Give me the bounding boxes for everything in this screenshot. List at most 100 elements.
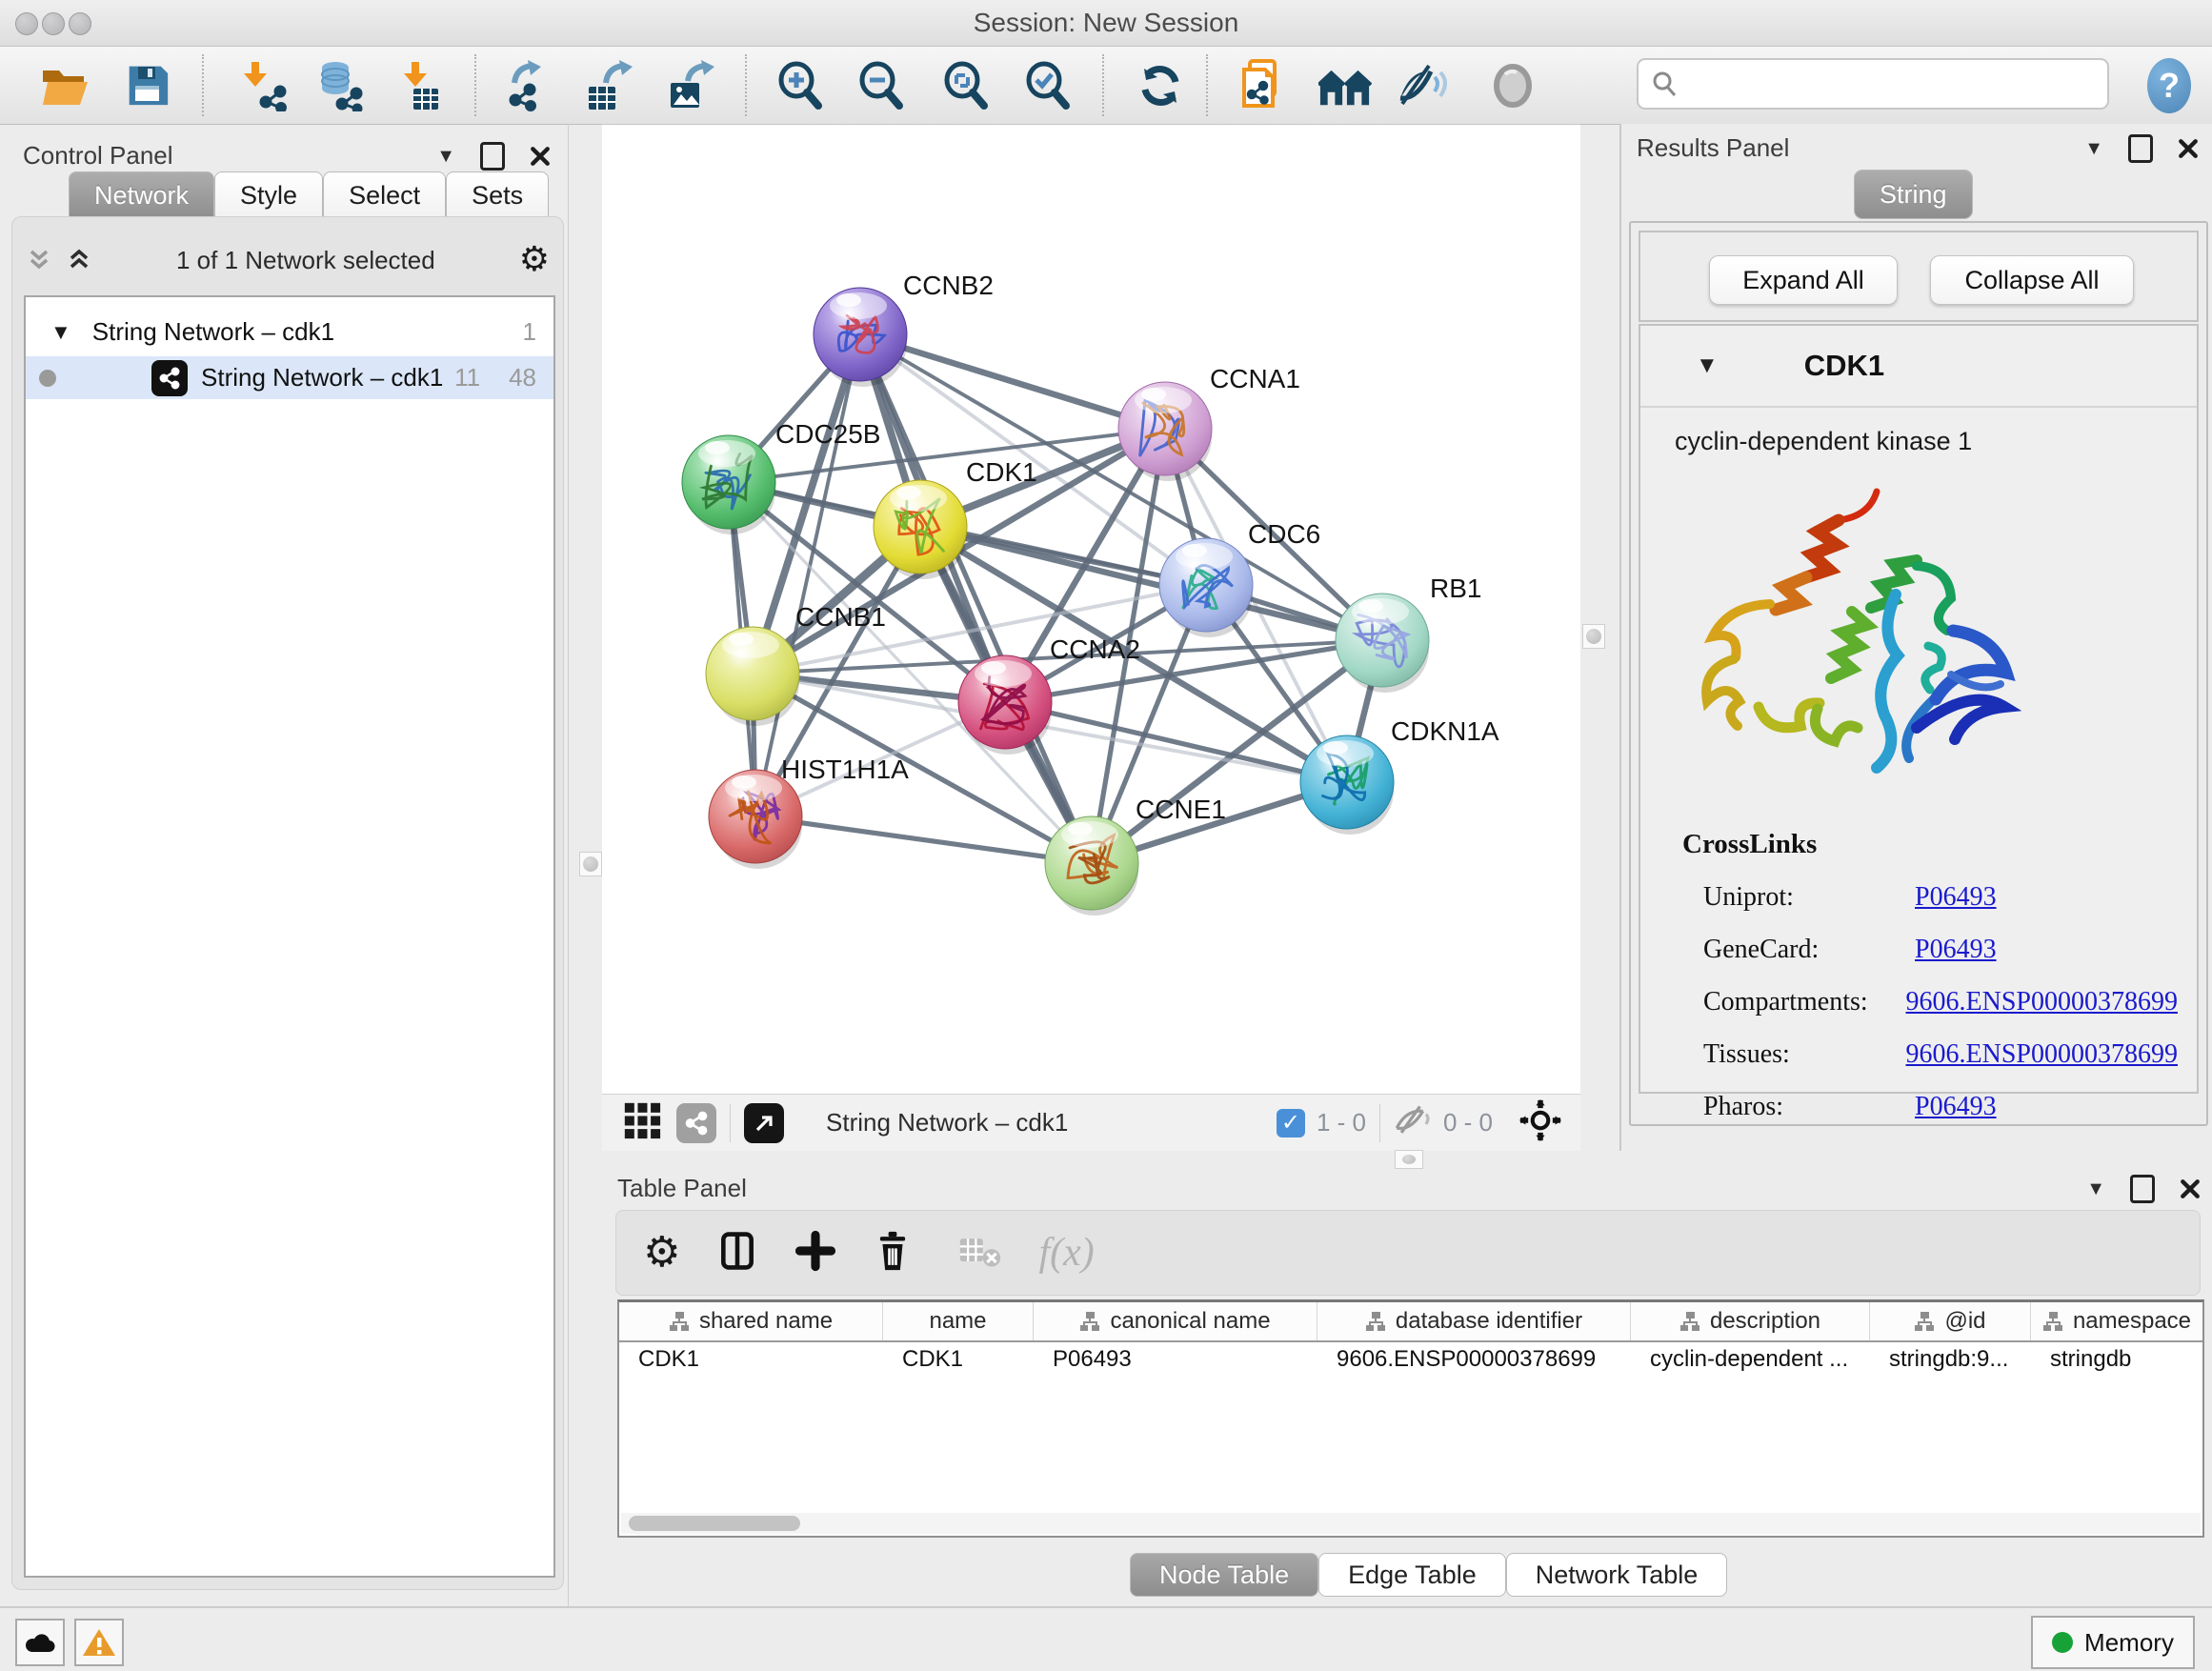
cell-name[interactable]: CDK1	[883, 1340, 1034, 1379]
tab-node-table[interactable]: Node Table	[1130, 1553, 1318, 1597]
warnings-button[interactable]	[74, 1619, 124, 1666]
function-builder-icon[interactable]: f(x)	[1038, 1230, 1094, 1276]
cloud-button[interactable]	[15, 1619, 65, 1666]
zoom-in-icon[interactable]	[774, 59, 827, 112]
import-network-file-icon[interactable]	[236, 59, 290, 112]
table-settings-gear-icon[interactable]: ⚙	[643, 1232, 680, 1274]
tissues-link[interactable]: 9606.ENSP00000378699	[1906, 1039, 2178, 1070]
tab-string-results[interactable]: String	[1854, 170, 1973, 219]
zoom-selected-icon[interactable]	[1021, 59, 1075, 112]
network-canvas[interactable]: CCNB2CCNA1CDC25BCDK1CDC6RB1CCNB1CCNA2CDK…	[602, 124, 1580, 1095]
delete-table-icon[interactable]	[958, 1231, 1002, 1276]
tab-network-table[interactable]: Network Table	[1506, 1553, 1728, 1597]
hidden-eye-icon[interactable]	[1394, 1104, 1434, 1141]
tab-network[interactable]: Network	[69, 171, 214, 219]
hide-unhide-icon[interactable]	[1395, 59, 1448, 112]
genecard-link[interactable]: P06493	[1915, 935, 1997, 965]
cell-namespace[interactable]: stringdb	[2031, 1340, 2202, 1379]
gene-section-header[interactable]: ▼ CDK1	[1640, 326, 2197, 408]
left-splitter-grip[interactable]	[579, 852, 602, 876]
uniprot-link[interactable]: P06493	[1915, 882, 1997, 913]
network-edge-HIST1H1A-CCNE1[interactable]	[755, 816, 1092, 863]
search-input[interactable]	[1679, 69, 2096, 100]
gene-collapse-icon[interactable]: ▼	[1696, 352, 1719, 379]
results-panel-float-icon[interactable]	[2128, 134, 2153, 163]
import-network-database-icon[interactable]	[312, 59, 366, 112]
network-node-CDKN1A[interactable]	[1300, 735, 1394, 835]
birdseye-view-icon[interactable]	[1318, 59, 1372, 112]
string-import-icon[interactable]	[1236, 59, 1289, 112]
control-panel-close-icon[interactable]	[530, 146, 551, 167]
network-node-CDC6[interactable]	[1159, 538, 1253, 637]
table-panel-menu-icon[interactable]: ▼	[2086, 1179, 2105, 1198]
compartments-link[interactable]: 9606.ENSP00000378699	[1906, 987, 2178, 1017]
save-session-icon[interactable]	[122, 59, 175, 112]
column-header[interactable]: name	[883, 1302, 1034, 1340]
network-tree-child-row[interactable]: String Network – cdk1 11 48	[26, 356, 553, 399]
add-column-icon[interactable]	[794, 1228, 836, 1278]
show-columns-icon[interactable]	[716, 1228, 758, 1278]
table-horizontal-scrollbar[interactable]	[621, 1513, 2201, 1534]
column-type-icon	[669, 1311, 690, 1332]
export-table-icon[interactable]	[583, 59, 636, 112]
tab-edge-table[interactable]: Edge Table	[1318, 1553, 1506, 1597]
column-header[interactable]: namespace	[2031, 1302, 2202, 1340]
results-panel-menu-icon[interactable]: ▼	[2084, 139, 2103, 158]
network-node-HIST1H1A[interactable]	[709, 770, 802, 869]
table-row[interactable]: CDK1 CDK1 P06493 9606.ENSP00000378699 cy…	[619, 1340, 2202, 1379]
cell-shared-name[interactable]: CDK1	[619, 1340, 883, 1379]
column-header[interactable]: shared name	[619, 1302, 883, 1340]
table-panel-float-icon[interactable]	[2130, 1175, 2155, 1203]
table-panel-close-icon[interactable]	[2180, 1178, 2201, 1199]
import-table-icon[interactable]	[392, 59, 446, 112]
cell-id[interactable]: stringdb:9...	[1870, 1340, 2031, 1379]
open-session-icon[interactable]	[38, 59, 91, 112]
help-button[interactable]: ?	[2147, 58, 2191, 113]
cell-description[interactable]: cyclin-dependent ...	[1631, 1340, 1870, 1379]
zoom-out-icon[interactable]	[855, 59, 908, 112]
network-node-CDK1[interactable]	[874, 480, 967, 579]
selected-checkbox-icon[interactable]: ✓	[1277, 1109, 1305, 1137]
cell-canonical-name[interactable]: P06493	[1034, 1340, 1317, 1379]
network-mode-icon[interactable]	[676, 1103, 716, 1143]
fit-content-crosshair-icon[interactable]	[1519, 1099, 1561, 1146]
network-tree-root-row[interactable]: ▼ String Network – cdk1 1	[26, 311, 553, 353]
pharos-link[interactable]: P06493	[1915, 1092, 1997, 1122]
expand-all-button[interactable]: Expand All	[1709, 255, 1898, 305]
control-panel-menu-icon[interactable]: ▼	[436, 147, 455, 166]
bottom-splitter-grip[interactable]	[1395, 1150, 1423, 1169]
tab-style[interactable]: Style	[214, 171, 323, 219]
network-node-RB1[interactable]	[1336, 594, 1429, 693]
network-node-CCNB1[interactable]	[706, 627, 799, 726]
column-header[interactable]: database identifier	[1317, 1302, 1631, 1340]
tab-sets[interactable]: Sets	[446, 171, 549, 219]
detach-view-icon[interactable]	[744, 1103, 784, 1143]
collapse-all-icon[interactable]	[26, 248, 52, 272]
network-node-CDC25B[interactable]	[682, 435, 775, 534]
cell-database-identifier[interactable]: 9606.ENSP00000378699	[1317, 1340, 1631, 1379]
delete-column-trash-icon[interactable]	[873, 1228, 913, 1278]
expand-all-icon[interactable]	[66, 248, 92, 272]
column-header[interactable]: @id	[1870, 1302, 2031, 1340]
results-panel-close-icon[interactable]	[2178, 138, 2199, 159]
column-header[interactable]: description	[1631, 1302, 1870, 1340]
export-network-icon[interactable]	[499, 59, 553, 112]
network-options-gear-icon[interactable]: ⚙	[519, 243, 550, 277]
grid-mode-icon[interactable]	[623, 1101, 661, 1144]
memory-button[interactable]: Memory	[2031, 1616, 2195, 1669]
right-splitter-grip[interactable]	[1582, 624, 1605, 649]
tree-expander-icon[interactable]: ▼	[50, 320, 71, 345]
zoom-fit-icon[interactable]	[939, 59, 993, 112]
tab-select[interactable]: Select	[323, 171, 446, 219]
column-header[interactable]: canonical name	[1034, 1302, 1317, 1340]
scrollbar-thumb[interactable]	[629, 1516, 800, 1531]
crosslink-row: Uniprot: P06493	[1703, 871, 2178, 923]
show-all-icon[interactable]	[1486, 59, 1539, 112]
export-image-icon[interactable]	[665, 59, 718, 112]
collapse-all-button[interactable]: Collapse All	[1930, 255, 2134, 305]
refresh-layout-icon[interactable]	[1134, 59, 1187, 112]
network-graph[interactable]: CCNB2CCNA1CDC25BCDK1CDC6RB1CCNB1CCNA2CDK…	[602, 125, 1580, 1095]
network-node-CCNE1[interactable]	[1045, 816, 1138, 916]
control-panel-float-icon[interactable]	[480, 142, 505, 171]
network-node-CCNA1[interactable]	[1118, 382, 1212, 481]
